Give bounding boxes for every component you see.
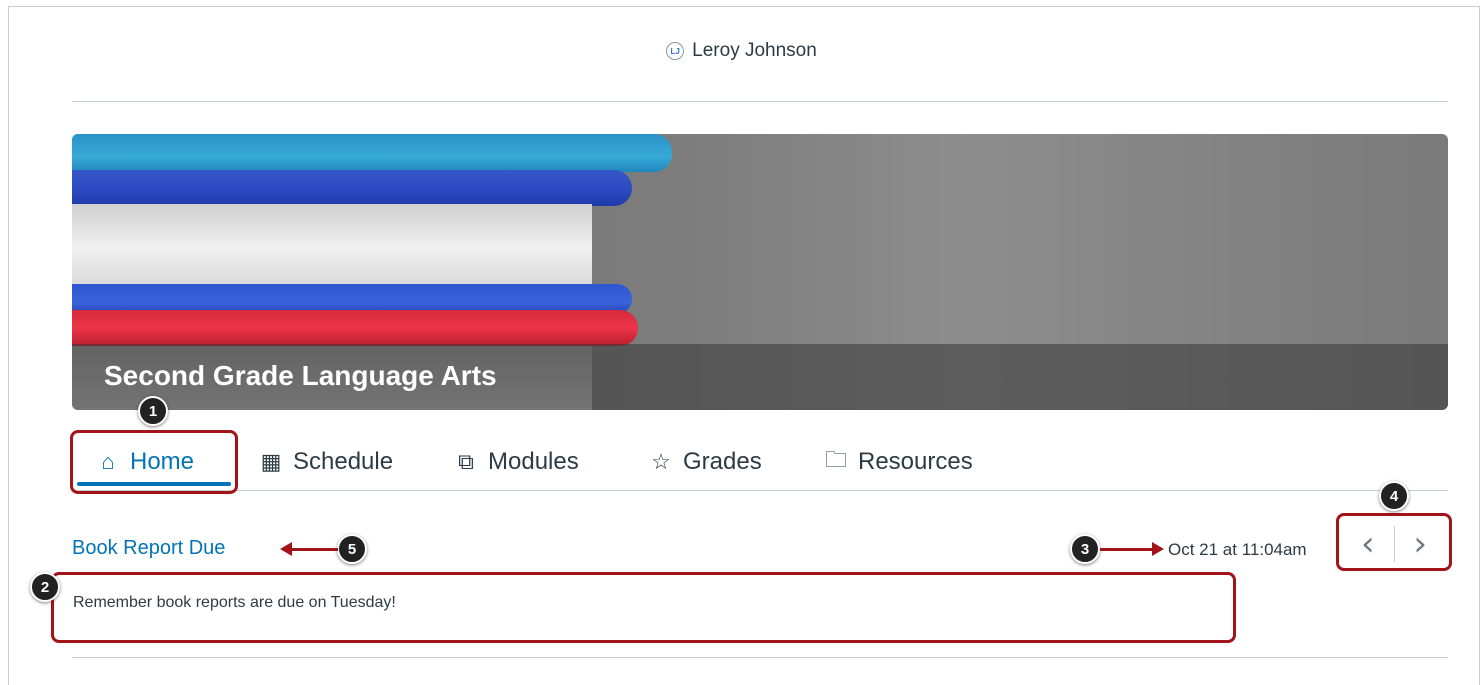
tab-label: Schedule [293,448,394,475]
header-divider [72,101,1448,102]
course-banner: Second Grade Language Arts [72,134,1448,410]
banner-image-book [72,170,632,206]
folder-icon: 🗀 [824,447,847,472]
next-announcement-button[interactable]: › [1394,520,1446,568]
callout-arrow-title [290,548,338,551]
tab-resources[interactable]: 🗀 Resources [824,436,973,488]
callout-badge-2: 2 [30,572,60,602]
announcement-date: Oct 21 at 11:04am [1168,540,1307,559]
tab-label: Grades [683,448,762,475]
star-icon: ☆ [651,449,671,474]
user-name: Leroy Johnson [692,40,817,61]
calendar-icon: ▦ [260,449,282,474]
announcement-body: Remember book reports are due on Tuesday… [73,594,396,611]
tab-schedule[interactable]: ▦ Schedule [259,436,393,488]
banner-image-book [72,310,638,346]
footer-divider [72,657,1448,658]
tab-grades[interactable]: ☆ Grades [649,436,762,488]
announcement-pager: ‹ › [1342,520,1446,568]
announcement-title[interactable]: Book Report Due [72,537,225,560]
course-title: Second Grade Language Arts [104,360,497,391]
callout-box-home [70,430,238,494]
callout-arrowhead [280,542,292,556]
callout-arrow-date [1100,548,1152,551]
callout-badge-4: 4 [1379,481,1409,511]
user-header: LJ Leroy Johnson [0,40,1483,62]
callout-badge-5: 5 [337,534,367,564]
course-tabs: ⌂ Home ▦ Schedule ⧉ Modules ☆ Grades 🗀 R… [72,436,1448,491]
previous-announcement-button[interactable]: ‹ [1342,520,1394,568]
tab-modules[interactable]: ⧉ Modules [454,436,579,488]
callout-badge-1: 1 [138,396,168,426]
avatar[interactable]: LJ [666,42,685,60]
callout-arrowhead [1152,542,1164,556]
modules-icon: ⧉ [458,449,474,474]
tab-label: Modules [488,448,579,475]
callout-badge-3: 3 [1070,534,1100,564]
tab-label: Resources [858,448,973,475]
banner-image-book [72,134,672,172]
